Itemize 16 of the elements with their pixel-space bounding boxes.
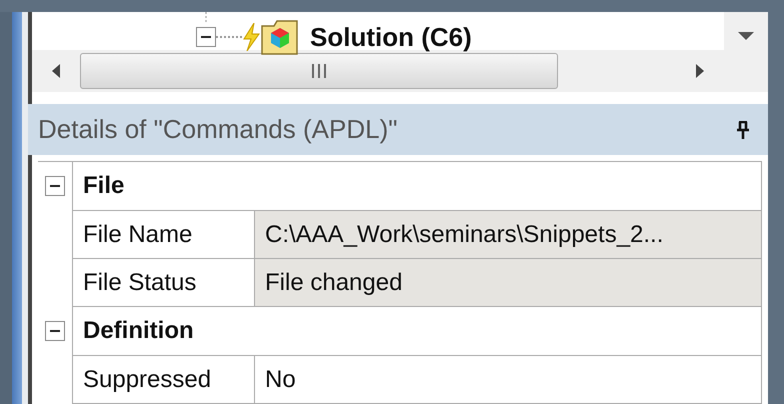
tree-item-label[interactable]: Solution (C6) [310, 22, 472, 52]
collapse-toggle[interactable] [45, 321, 65, 341]
tree-line [204, 12, 208, 24]
property-value[interactable]: C:\AAA_Work\seminars\Snippets_2... [254, 211, 761, 259]
scroll-thumb[interactable] [80, 52, 558, 89]
horizontal-scrollbar[interactable] [32, 50, 724, 92]
details-title: Details of "Commands (APDL)" [38, 114, 398, 146]
folder-cube-icon [260, 18, 300, 56]
scroll-left-icon[interactable] [52, 64, 60, 78]
scroll-right-icon[interactable] [696, 64, 704, 78]
collapse-toggle[interactable] [45, 176, 65, 196]
property-value[interactable]: File changed [254, 259, 761, 307]
pin-icon[interactable] [736, 120, 750, 139]
collapse-toggle[interactable] [196, 27, 216, 47]
property-value[interactable]: No [254, 356, 761, 404]
scroll-down-icon[interactable] [738, 32, 754, 40]
